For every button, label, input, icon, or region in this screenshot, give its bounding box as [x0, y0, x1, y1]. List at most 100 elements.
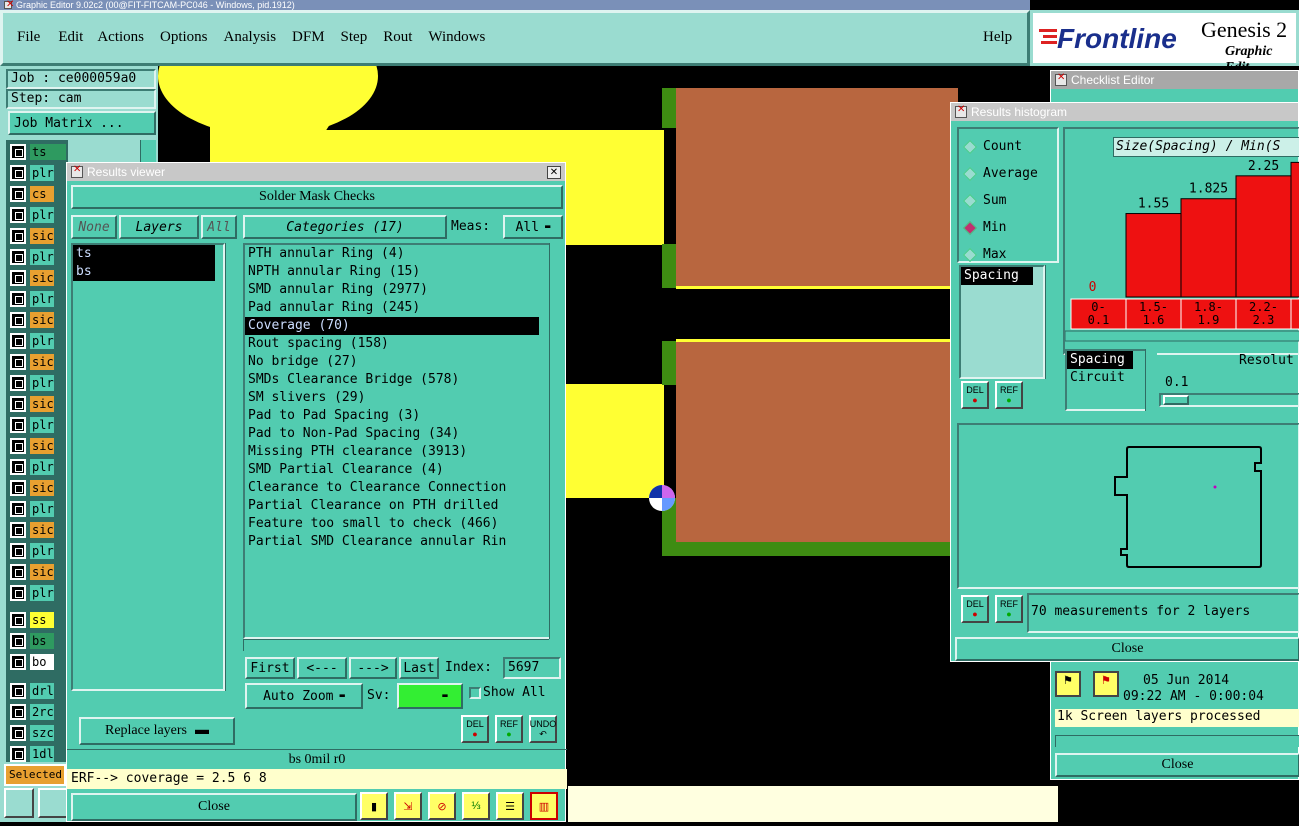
layer-row[interactable]: sic: [10, 478, 66, 497]
layers-all-button[interactable]: All: [201, 215, 237, 239]
category-item[interactable]: Coverage (70): [245, 317, 539, 335]
layer-checkbox[interactable]: [10, 374, 26, 391]
layer-row[interactable]: plr: [10, 163, 66, 182]
category-item[interactable]: Partial Clearance on PTH drilled: [245, 497, 549, 515]
layer-row[interactable]: plr: [10, 415, 66, 434]
next-button[interactable]: --->: [349, 657, 397, 679]
measure-tool-icon[interactable]: [38, 788, 68, 818]
layer-checkbox[interactable]: [10, 611, 26, 628]
layer-checkbox[interactable]: [10, 745, 26, 762]
category-item[interactable]: SMD Partial Clearance (4): [245, 461, 549, 479]
layer-checkbox[interactable]: [10, 185, 26, 202]
category-item[interactable]: SMDs Clearance Bridge (578): [245, 371, 549, 389]
category-item[interactable]: SM slivers (29): [245, 389, 549, 407]
category-item[interactable]: NPTH annular Ring (15): [245, 263, 549, 281]
replace-layers-button[interactable]: Replace layers ▬: [79, 717, 235, 745]
layer-checkbox[interactable]: [10, 542, 26, 559]
ref-button[interactable]: REF ●: [495, 715, 523, 743]
layer-checkbox[interactable]: [10, 479, 26, 496]
checklist-close-button[interactable]: Close: [1055, 753, 1299, 777]
layer-row[interactable]: plr: [10, 583, 66, 602]
layer-checkbox[interactable]: [10, 521, 26, 538]
histogram-close-button[interactable]: Close: [955, 637, 1299, 661]
category-item[interactable]: Pad to Pad Spacing (3): [245, 407, 549, 425]
menu-step[interactable]: Step: [341, 29, 368, 46]
layer-checkbox[interactable]: [10, 395, 26, 412]
layer-checkbox[interactable]: [10, 311, 26, 328]
layer-checkbox[interactable]: [10, 164, 26, 181]
meas-select[interactable]: All ▬: [503, 215, 563, 239]
histogram-tool-icon[interactable]: ▥: [530, 792, 558, 820]
layer-row[interactable]: szc: [10, 723, 66, 742]
menu-file[interactable]: File: [17, 29, 40, 46]
layer-checkbox[interactable]: [10, 653, 26, 670]
menu-rout[interactable]: Rout: [383, 29, 412, 46]
layer-row[interactable]: cs: [10, 184, 66, 203]
menu-help[interactable]: Help: [983, 29, 1012, 46]
preview-ref-button[interactable]: REF ●: [995, 595, 1023, 623]
layer-row[interactable]: ts: [10, 142, 66, 161]
layer-checkbox[interactable]: [10, 416, 26, 433]
highlight-tool-icon[interactable]: ▮: [360, 792, 388, 820]
layer-checkbox[interactable]: [10, 500, 26, 517]
layer-row[interactable]: sic: [10, 310, 66, 329]
category-item[interactable]: PTH annular Ring (4): [245, 245, 549, 263]
category-item[interactable]: Clearance to Clearance Connection: [245, 479, 549, 497]
category-list-vscroll[interactable]: [549, 243, 563, 639]
prev-button[interactable]: <---: [297, 657, 347, 679]
del-button[interactable]: DEL ●: [461, 715, 489, 743]
run-icon[interactable]: ⚑: [1055, 671, 1081, 697]
list-item[interactable]: bs: [73, 263, 215, 281]
chart-hscroll[interactable]: [1065, 330, 1299, 342]
auto-zoom-select[interactable]: Auto Zoom ▬: [245, 683, 363, 709]
layer-checkbox[interactable]: [10, 248, 26, 265]
list-item[interactable]: Circuit: [1067, 369, 1145, 387]
layer-checkbox[interactable]: [10, 353, 26, 370]
menu-windows[interactable]: Windows: [428, 29, 485, 46]
layer-checkbox[interactable]: [10, 584, 26, 601]
stop-run-icon[interactable]: ⚑: [1093, 671, 1119, 697]
layers-tab-button[interactable]: Layers: [119, 215, 199, 239]
menu-actions[interactable]: Actions: [97, 29, 144, 46]
layer-row[interactable]: bs: [10, 631, 66, 650]
layer-checkbox[interactable]: [10, 290, 26, 307]
checklist-titlebar[interactable]: Checklist Editor: [1051, 71, 1298, 89]
list-item[interactable]: ts: [73, 245, 215, 263]
option-sum-radio[interactable]: Sum: [962, 187, 1057, 214]
counter-tool-icon[interactable]: ⅓: [462, 792, 490, 820]
categories-button[interactable]: Categories (17): [243, 215, 447, 239]
layer-checkbox[interactable]: [10, 703, 26, 720]
layer-row[interactable]: sic: [10, 394, 66, 413]
category-item[interactable]: No bridge (27): [245, 353, 549, 371]
zoom-tool-icon[interactable]: [4, 788, 34, 818]
layer-row[interactable]: plr: [10, 457, 66, 476]
menu-analysis[interactable]: Analysis: [224, 29, 277, 46]
layer-row[interactable]: plr: [10, 499, 66, 518]
list-item[interactable]: Spacing: [961, 267, 1033, 285]
resolution-slider[interactable]: [1159, 393, 1299, 407]
layer-row[interactable]: 2rc: [10, 702, 66, 721]
close-icon[interactable]: ✕: [547, 165, 561, 179]
category-item[interactable]: Partial SMD Clearance annular Rin: [245, 533, 549, 551]
last-button[interactable]: Last: [399, 657, 439, 679]
category-item[interactable]: Pad annular Ring (245): [245, 299, 549, 317]
histogram-bar[interactable]: [1180, 198, 1237, 298]
sv-color-select[interactable]: ▬: [397, 683, 463, 709]
results-viewer-close-button[interactable]: Close: [71, 793, 357, 821]
layer-checkbox[interactable]: [10, 332, 26, 349]
exit-tool-icon[interactable]: ⇲: [394, 792, 422, 820]
category-item[interactable]: Pad to Non-Pad Spacing (34): [245, 425, 549, 443]
menu-dfm[interactable]: DFM: [292, 29, 325, 46]
option-average-radio[interactable]: Average: [962, 160, 1057, 187]
histogram-bar[interactable]: [1235, 175, 1292, 298]
category-item[interactable]: Feature too small to check (466): [245, 515, 549, 533]
category-cell[interactable]: [1290, 298, 1299, 330]
layer-checkbox[interactable]: [10, 563, 26, 580]
histogram-ref-button[interactable]: REF ●: [995, 381, 1023, 409]
layer-row[interactable]: sic: [10, 352, 66, 371]
layer-row[interactable]: plr: [10, 331, 66, 350]
layer-row[interactable]: plr: [10, 205, 66, 224]
layer-row[interactable]: sic: [10, 226, 66, 245]
category-item[interactable]: SMD annular Ring (2977): [245, 281, 549, 299]
stop-tool-icon[interactable]: ⊘: [428, 792, 456, 820]
